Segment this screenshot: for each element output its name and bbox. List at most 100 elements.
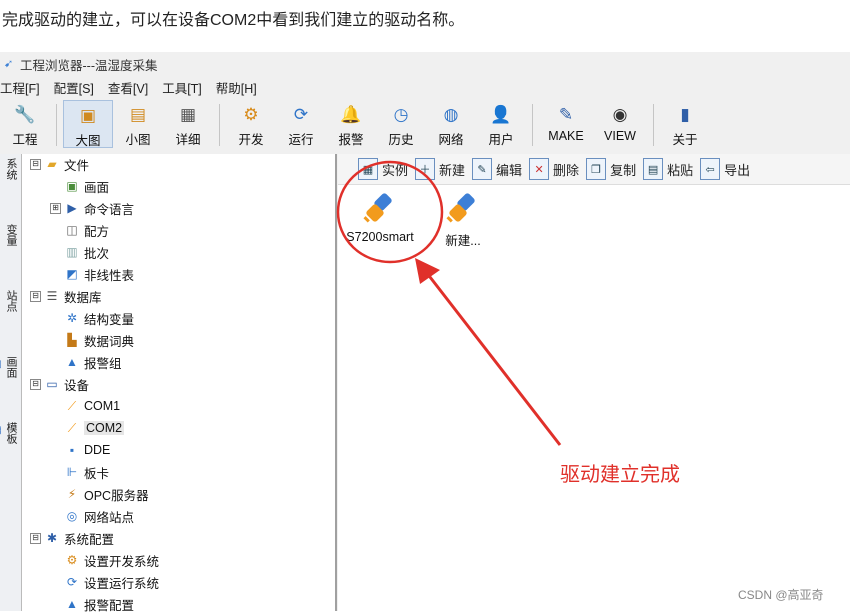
tree-item-nonlinear-table[interactable]: ◩ 非线性表	[64, 264, 134, 284]
toolbar-separator	[532, 104, 533, 146]
toolbar-develop-button[interactable]: ⚙ 开发	[226, 100, 276, 148]
menu-tools[interactable]: 工具[T]	[162, 78, 202, 98]
side-tab-stations[interactable]: 站点⚲	[0, 290, 19, 312]
tree-item-opc-server[interactable]: ⚡ OPC服务器	[64, 484, 149, 504]
caption-text: 完成驱动的建立，可以在设备COM2中看到我们建立的驱动名称。	[2, 12, 465, 29]
toolbar-view-button[interactable]: ◉ VIEW	[593, 100, 647, 148]
annotation-text: 驱动建立完成	[560, 464, 680, 486]
large-icons-icon: ▣	[79, 106, 97, 125]
tree-item-alarm-config[interactable]: ▲ 报警配置	[64, 594, 134, 614]
alarm-bell-icon: ▲	[66, 355, 78, 369]
plug-icon: ⟋	[67, 398, 77, 413]
alarm-bell-icon: 🔔	[340, 105, 362, 124]
tree-item-com2[interactable]: ⟋ COM2	[64, 418, 125, 438]
history-clock-icon: ◷	[393, 105, 409, 124]
opc-icon: ⚡	[67, 487, 77, 501]
toolbar-run-button[interactable]: ⟳ 运行	[276, 100, 326, 148]
tree-item-struct-variables[interactable]: ✲ 结构变量	[64, 308, 134, 328]
new-doc-icon: ＋	[415, 158, 436, 180]
run-icon: ⟳	[293, 105, 309, 124]
edit-button[interactable]: ✎ 编辑	[472, 158, 522, 180]
menu-help[interactable]: 帮助[H]	[216, 78, 257, 98]
toolbar-large-icons-button[interactable]: ▣ 大图	[63, 100, 113, 148]
instance-grid-icon: ▦	[358, 158, 378, 180]
tree-item-dde[interactable]: ▪ DDE	[64, 440, 111, 460]
toolbar-make-button[interactable]: ✎ MAKE	[539, 100, 593, 148]
menu-view[interactable]: 查看[V]	[108, 78, 148, 98]
tree-item-recipe[interactable]: ◫ 配方	[64, 220, 109, 240]
run-icon: ⟳	[66, 575, 78, 589]
alarm-bell-icon: ▲	[66, 597, 78, 611]
tree-item-run-system-settings[interactable]: ⟳ 设置运行系统	[64, 572, 159, 592]
toolbar-history-button[interactable]: ◷ 历史	[376, 100, 426, 148]
menu-config[interactable]: 配置[S]	[54, 78, 94, 98]
tree-item-system-config[interactable]: ⊟ ✱ 系统配置	[30, 528, 114, 548]
project-tree-pane: 系统✎ 变量▮ 站点⚲ 画面▣ 模板▤ ⊟ ▰ 文件 ▣画面 ⊞▶命令语言 ◫配…	[0, 154, 337, 614]
collapse-icon[interactable]: ⊟	[30, 290, 41, 302]
tree-item-board[interactable]: ⊩ 板卡	[64, 462, 109, 482]
toolbar-project-button[interactable]: 🔧 工程	[0, 100, 50, 148]
toolbar-details-button[interactable]: ▦ 详细	[163, 100, 213, 148]
device-toolbar: ▦ 实例 ＋新建 ✎ 编辑 ✕ 删除 ❐ 复制 ▤ 粘贴 ⇦ 导出	[338, 154, 850, 185]
tree-item-dev-system-settings[interactable]: ⚙ 设置开发系统	[64, 550, 159, 570]
dde-icon: ▪	[69, 443, 75, 457]
device-item-new[interactable]: 新建...	[428, 192, 498, 249]
collapse-icon[interactable]: ⊟	[30, 158, 41, 170]
window-title: 工程浏览器---温湿度采集	[20, 58, 158, 73]
collapse-icon[interactable]: ⊟	[30, 532, 41, 544]
tree-item-file[interactable]: ⊟ ▰ 文件	[30, 154, 89, 174]
copy-doc-icon: ❐	[586, 158, 607, 180]
export-button[interactable]: ⇦ 导出	[700, 158, 750, 180]
toolbar-separator	[653, 104, 654, 146]
copy-button[interactable]: ❐ 复制	[586, 158, 636, 180]
chart-icon: ◩	[66, 267, 78, 281]
tree-item-device[interactable]: ⊟ ▭ 设备	[30, 374, 89, 394]
plug-icon	[443, 192, 483, 226]
delete-button[interactable]: ✕ 删除	[529, 158, 579, 180]
menu-project[interactable]: 工程[F]	[0, 78, 40, 98]
toolbar-about-button[interactable]: ▮ 关于	[660, 100, 710, 148]
tree-item-database[interactable]: ⊟ ☰ 数据库	[30, 286, 102, 306]
collapse-icon[interactable]: ⊟	[30, 378, 41, 390]
menu-bar: 工程[F] 配置[S] 查看[V] 工具[T] 帮助[H]	[0, 78, 271, 98]
plug-icon	[360, 192, 400, 226]
device-item-s7200smart[interactable]: S7200smart	[335, 192, 425, 244]
app-window: ➹ 工程浏览器---温湿度采集 工程[F] 配置[S] 查看[V] 工具[T] …	[0, 52, 850, 614]
tree-item-alarm-group[interactable]: ▲ 报警组	[64, 352, 121, 372]
about-book-icon: ▮	[680, 105, 690, 124]
picture-icon: ▣	[66, 179, 78, 193]
dictionary-icon: ▙	[67, 333, 77, 347]
side-tab-system[interactable]: 系统✎	[0, 158, 19, 180]
tree-item-screens[interactable]: ▣ 画面	[64, 176, 109, 196]
edit-doc-icon: ✎	[472, 158, 493, 180]
instance-button[interactable]: ▦ 实例	[358, 158, 408, 180]
export-arrow-icon: ⇦	[700, 158, 721, 180]
struct-icon: ✲	[66, 311, 78, 325]
delete-doc-icon: ✕	[529, 158, 550, 180]
tree-item-network-station[interactable]: ◎ 网络站点	[64, 506, 134, 526]
tree-item-com1[interactable]: ⟋ COM1	[64, 396, 120, 416]
toolbar-network-button[interactable]: ◍ 网络	[426, 100, 476, 148]
side-tab-screens[interactable]: 画面▣	[0, 356, 19, 378]
toolbar-user-button[interactable]: 👤 用户	[476, 100, 526, 148]
expand-icon[interactable]: ⊞	[50, 202, 61, 214]
tree-item-data-dictionary[interactable]: ▙ 数据词典	[64, 330, 134, 350]
terminal-icon: ▶	[67, 201, 77, 215]
tree-item-command-language[interactable]: ⊞ ▶ 命令语言	[50, 198, 134, 218]
toolbar-small-icons-button[interactable]: ▤ 小图	[113, 100, 163, 148]
templates-tab-icon: ▤	[0, 425, 3, 437]
batch-icon: ▥	[66, 245, 78, 259]
make-edit-icon: ✎	[558, 105, 574, 124]
title-bar: ➹ 工程浏览器---温湿度采集	[0, 52, 850, 76]
tree-item-batch[interactable]: ▥ 批次	[64, 242, 109, 262]
device-list-pane: ▦ 实例 ＋新建 ✎ 编辑 ✕ 删除 ❐ 复制 ▤ 粘贴 ⇦ 导出 S7200smart	[338, 154, 850, 611]
view-eye-icon: ◉	[612, 105, 628, 124]
develop-gear-icon: ⚙	[66, 553, 78, 567]
side-tab-templates[interactable]: 模板▤	[0, 422, 19, 444]
toolbar-alarm-button[interactable]: 🔔 报警	[326, 100, 376, 148]
paste-button[interactable]: ▤ 粘贴	[643, 158, 693, 180]
network-globe-icon: ◍	[443, 105, 459, 124]
new-button[interactable]: ＋新建	[415, 158, 465, 180]
board-icon: ⊩	[66, 465, 78, 479]
side-tab-variables[interactable]: 变量▮	[2, 224, 19, 246]
